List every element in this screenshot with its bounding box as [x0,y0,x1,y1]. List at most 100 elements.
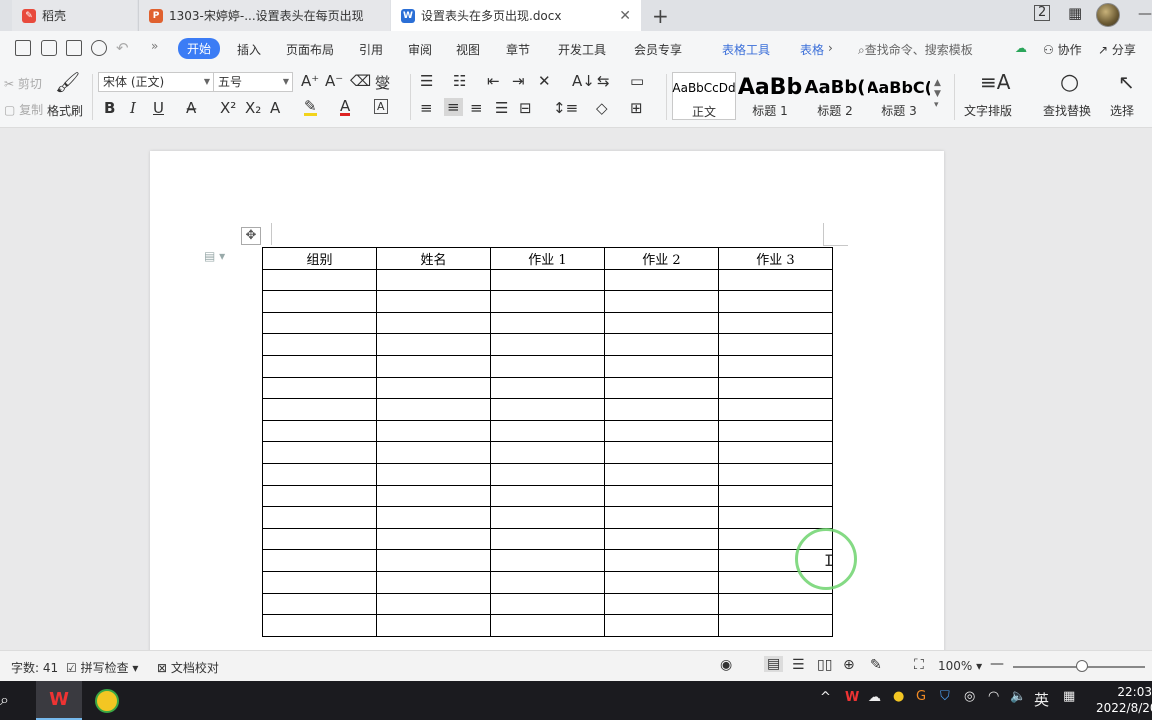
table-cell[interactable] [262,268,377,292]
format-painter-icon[interactable]: 🖌 [55,70,80,94]
char-border-icon[interactable]: A [374,99,388,114]
text-layout-label[interactable]: 文字排版 [964,102,1012,119]
menu-table-tools[interactable]: 表格工具 [722,41,770,58]
undo-icon[interactable]: ↶ [116,39,129,57]
menu-home[interactable]: 开始 [178,38,221,59]
zoom-out-icon[interactable]: — [990,656,1004,672]
distribute-icon[interactable]: ⊟ [519,99,532,117]
table-cell[interactable] [718,614,833,637]
web-view-icon[interactable]: ⊕ [843,657,855,673]
table-cell[interactable] [262,549,377,572]
table-cell[interactable] [490,311,605,335]
bullet-list-icon[interactable]: ☰ [420,72,433,90]
table-header-cell[interactable]: 组别 [262,247,377,270]
ruler-icon[interactable]: ▭ [630,72,644,90]
table-cell[interactable] [718,290,833,313]
page-view-icon[interactable]: ▤ [764,656,784,672]
table-cell[interactable] [376,398,491,421]
table-cell[interactable] [262,441,377,464]
zoom-level[interactable]: 100% ▾ [938,659,982,673]
paragraph-menu-icon[interactable]: ▤ ▾ [204,249,225,263]
decrease-indent-icon[interactable]: ⇤ [487,72,500,90]
pen-icon[interactable]: ✎ [870,657,882,673]
underline-icon[interactable]: U [153,99,164,117]
phonetic-icon[interactable]: 燮 [375,72,390,93]
document-table[interactable]: 组别 姓名 作业 1 作业 2 作业 3 [262,247,833,637]
table-cell[interactable] [718,592,833,616]
table-cell[interactable] [604,376,719,400]
ime-mode-icon[interactable]: ▦ [1063,689,1075,704]
table-cell[interactable] [718,398,833,421]
table-cell[interactable] [376,614,491,637]
table-cell[interactable] [262,290,377,313]
tab-docx-file[interactable]: W 设置表头在多页出现.docx ✕ [391,0,641,31]
table-cell[interactable] [262,462,377,486]
select-cursor-icon[interactable]: ↖ [1118,70,1135,94]
borders-icon[interactable]: ⊞ [630,99,643,117]
font-size-select[interactable]: 五号 ▼ [213,72,293,92]
strikethrough-icon[interactable]: A̶ [186,99,196,117]
table-cell[interactable] [718,484,833,508]
asian-layout-icon[interactable]: ✕ [538,72,551,90]
table-cell[interactable] [604,419,719,443]
align-right-icon[interactable]: ≡ [470,99,483,117]
table-cell[interactable] [490,570,605,594]
document-canvas[interactable]: ✥ ▤ ▾ 组别 姓名 作业 1 作业 2 作业 3 I [0,129,1152,650]
text-layout-icon[interactable]: ≡A [980,70,1010,94]
doc-proof-button[interactable]: ⊠ 文档校对 [157,659,219,676]
table-cell[interactable] [604,268,719,292]
table-cell[interactable] [604,506,719,529]
table-cell[interactable] [376,311,491,335]
find-icon[interactable]: ○ [1060,70,1079,95]
table-cell[interactable] [490,484,605,508]
table-cell[interactable] [604,614,719,637]
menu-chapter[interactable]: 章节 [506,41,530,58]
increase-indent-icon[interactable]: ⇥ [512,72,525,90]
table-header-cell[interactable]: 作业 1 [490,247,605,270]
table-cell[interactable] [490,506,605,529]
tray-shield-icon[interactable]: ⛉ [940,689,950,704]
table-cell[interactable] [262,419,377,443]
chevron-right-icon[interactable]: › [828,41,833,55]
font-name-select[interactable]: 宋体 (正文) ▼ [98,72,214,92]
sort-icon[interactable]: A↓ [572,72,595,90]
table-header-cell[interactable]: 作业 2 [604,247,719,270]
reading-view-icon[interactable]: ▯▯ [817,657,832,673]
tray-cloud-icon[interactable]: ☁ [868,690,881,705]
menu-insert[interactable]: 插入 [237,41,261,58]
print-icon[interactable] [66,40,82,56]
table-cell[interactable] [718,506,833,529]
table-cell[interactable] [262,354,377,378]
shading-icon[interactable]: ◇ [596,99,608,117]
find-replace-label[interactable]: 查找替换 [1043,102,1091,119]
table-cell[interactable] [718,441,833,464]
table-cell[interactable] [262,614,377,637]
more-quick-icon[interactable]: » [151,39,158,53]
shrink-font-icon[interactable]: A⁻ [325,72,343,90]
copy-button[interactable]: ▢ 复制 [4,101,43,118]
table-cell[interactable] [604,398,719,421]
tab-docer[interactable]: ✎ 稻壳 [12,0,137,31]
table-cell[interactable] [376,484,491,508]
search-icon[interactable]: ⌕ [0,690,9,710]
menu-developer[interactable]: 开发工具 [558,41,606,58]
fit-page-icon[interactable]: ⛶ [914,657,924,673]
table-cell[interactable] [604,592,719,616]
table-cell[interactable] [376,268,491,292]
clear-format-icon[interactable]: ⌫ [350,72,371,90]
table-cell[interactable] [718,354,833,378]
table-cell[interactable] [262,570,377,594]
table-cell[interactable] [490,592,605,616]
table-cell[interactable] [718,311,833,335]
align-center-icon[interactable]: ≡ [444,98,463,116]
menu-view[interactable]: 视图 [456,41,480,58]
line-spacing-icon[interactable]: ↕≡ [553,99,578,117]
tray-expand-icon[interactable]: ^ [820,690,831,705]
close-tab-icon[interactable]: ✕ [619,8,631,24]
table-cell[interactable] [262,333,377,356]
numbered-list-icon[interactable]: ☷ [453,72,466,90]
styles-scroll-icon[interactable]: ▲ ▼ ▾ [934,78,941,111]
table-cell[interactable] [604,484,719,508]
style-heading-3[interactable]: AaBbC( 标题 3 [868,72,930,120]
table-cell[interactable] [490,462,605,486]
